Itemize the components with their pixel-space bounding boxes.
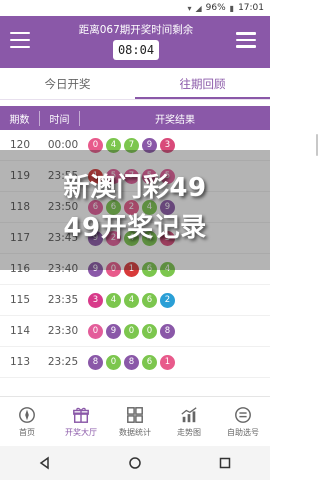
nav-home-label: 首页 (19, 427, 35, 437)
result-ball: 0 (124, 323, 139, 339)
result-ball: 4 (106, 292, 121, 308)
result-balls: 34462 (88, 292, 175, 308)
selector-icon (235, 406, 251, 423)
nav-self-select-label: 自助选号 (227, 427, 259, 437)
nav-statistics-label: 数据统计 (119, 427, 151, 437)
nav-home[interactable]: 首页 (0, 397, 54, 446)
result-ball: 4 (124, 292, 139, 308)
col-time: 时间 (40, 110, 80, 126)
col-result: 开奖结果 (155, 114, 195, 126)
table-row[interactable]: 115 23:35 3 4 4 6 2 (0, 285, 270, 316)
nav-self-select[interactable]: 自助选号 (216, 397, 270, 446)
gift-icon (73, 407, 89, 423)
menu-icon[interactable] (10, 32, 30, 48)
result-ball: 8 (88, 354, 103, 370)
wifi-icon: ▾ (187, 3, 192, 13)
grid-icon (127, 406, 143, 423)
tab-history[interactable]: 往期回顾 (135, 68, 270, 99)
home-icon[interactable] (128, 456, 142, 470)
scrollbar[interactable] (316, 134, 318, 156)
row-time: 23:35 (47, 294, 79, 306)
signal-icon: ◢ (195, 3, 202, 13)
result-ball: 0 (88, 323, 103, 339)
result-ball: 0 (106, 354, 121, 370)
tab-today[interactable]: 今日开奖 (0, 68, 135, 99)
battery-icon: ▮ (229, 3, 235, 13)
battery-percent: 96% (205, 3, 226, 13)
nav-trend-label: 走势图 (177, 427, 201, 437)
tab-bar: 今日开奖 往期回顾 (0, 68, 270, 100)
result-balls: 09008 (88, 323, 175, 339)
nav-statistics[interactable]: 数据统计 (108, 397, 162, 446)
watermark-line1: 新澳门彩49 (63, 173, 207, 203)
nav-lottery-hall-label: 开奖大厅 (65, 427, 97, 437)
result-balls: 80861 (88, 354, 175, 370)
android-nav-bar (0, 446, 270, 480)
app-header: 距离067期开奖时间剩余 08:04 (0, 16, 270, 68)
result-ball: 2 (160, 292, 175, 308)
nav-lottery-hall[interactable]: 开奖大厅 (54, 397, 108, 446)
row-issue: 115 (9, 294, 31, 306)
result-ball: 6 (142, 292, 157, 308)
result-ball: 9 (106, 323, 121, 339)
watermark-line2: 49开奖记录 (63, 213, 207, 243)
row-time: 23:25 (47, 356, 79, 368)
row-issue: 113 (9, 356, 31, 368)
col-issue: 期数 (0, 110, 40, 126)
countdown-timer: 08:04 (113, 40, 159, 60)
compass-icon (19, 406, 35, 423)
result-ball: 0 (142, 323, 157, 339)
result-ball: 8 (124, 354, 139, 370)
result-ball: 1 (160, 354, 175, 370)
table-row[interactable]: 113 23:25 8 0 8 6 1 (0, 347, 270, 378)
result-ball: 6 (142, 354, 157, 370)
row-time: 23:30 (47, 325, 79, 337)
countdown-title: 距离067期开奖时间剩余 (78, 24, 194, 36)
result-ball: 8 (160, 323, 175, 339)
status-bar: ▾ ◢ 96% ▮ 17:01 (0, 0, 270, 16)
table-header: 期数 时间 开奖结果 (0, 106, 270, 130)
nav-trend[interactable]: 走势图 (162, 397, 216, 446)
clock: 17:01 (238, 3, 264, 13)
result-ball: 3 (88, 292, 103, 308)
table-row[interactable]: 114 23:30 0 9 0 0 8 (0, 316, 270, 347)
list-icon[interactable] (236, 32, 256, 48)
trend-icon (181, 406, 197, 422)
recents-icon[interactable] (218, 456, 232, 470)
row-issue: 114 (9, 325, 31, 337)
back-icon[interactable] (38, 456, 52, 470)
bottom-nav: 首页 开奖大厅 数据统计 走势图 自助选号 (0, 396, 270, 446)
